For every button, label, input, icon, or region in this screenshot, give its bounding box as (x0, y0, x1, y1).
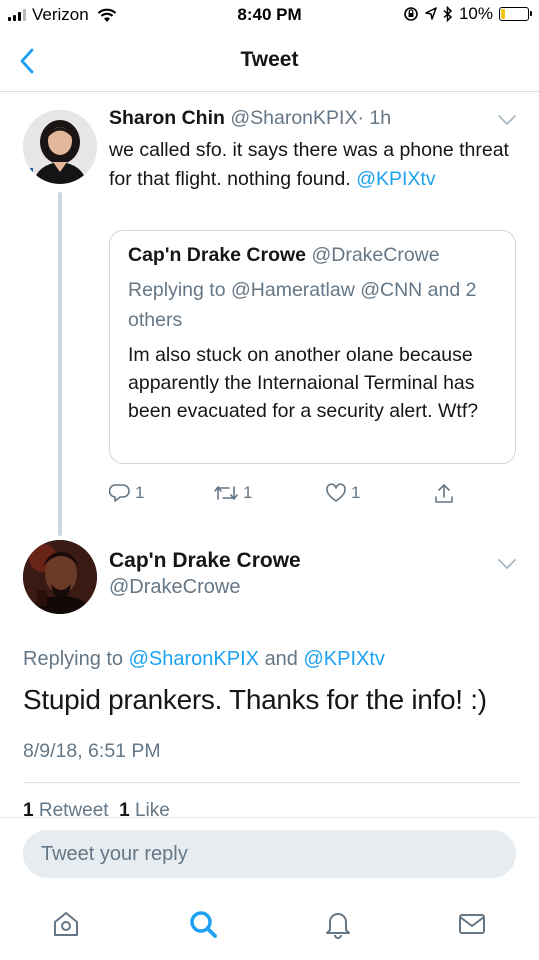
tweet-stats: 1 Retweet 1 Like (23, 800, 170, 816)
battery-percent: 10% (458, 4, 493, 23)
tweet-actions: 1 1 1 (109, 482, 519, 508)
status-bar: Verizon 8:40 PM 10% (0, 0, 539, 30)
battery-icon (499, 7, 532, 21)
author-handle[interactable]: @SharonKPIX (230, 107, 357, 129)
replying-to: Replying to @SharonKPIX and @KPIXtv (23, 648, 385, 671)
retweets-count: 1 (23, 800, 34, 816)
like-button[interactable]: 1 (325, 482, 360, 504)
mention-link[interactable]: @KPIXtv (356, 168, 435, 190)
tab-notifications[interactable] (320, 906, 356, 942)
notifications-icon (326, 913, 350, 939)
tweet-header: Sharon Chin @SharonKPIX· 1h (109, 107, 391, 130)
top-navigation-bar: Tweet (0, 30, 539, 92)
quoted-author-name: Cap'n Drake Crowe (128, 244, 307, 266)
heart-icon (326, 483, 346, 502)
tweet-text: we called sfo. it says there was a phone… (109, 136, 524, 194)
tweet-body: we called sfo. it says there was a phone… (109, 139, 509, 190)
avatar[interactable] (23, 110, 97, 184)
quoted-tweet-text: Im also stuck on another olane because a… (128, 344, 479, 422)
search-icon (190, 911, 217, 938)
tweet-time: · 1h (357, 107, 392, 129)
retweets-label: Retweet (38, 800, 109, 816)
retweet-icon (214, 486, 238, 500)
author-name[interactable]: Sharon Chin (109, 107, 225, 129)
bluetooth-icon (443, 6, 453, 22)
reply-count: 1 (135, 483, 145, 502)
likes-stat[interactable]: 1 Like (119, 800, 170, 816)
rotation-lock-icon (404, 7, 418, 21)
tab-search[interactable] (185, 906, 221, 942)
reply-icon (109, 484, 130, 502)
bottom-tab-bar (0, 890, 539, 960)
reply-button[interactable]: 1 (109, 482, 144, 504)
reply-bar (0, 817, 539, 889)
messages-icon (459, 914, 485, 934)
likes-label: Like (134, 800, 170, 816)
tab-home[interactable] (48, 906, 84, 942)
quoted-replying-to: Replying to @Hameratlaw @CNN and 2 other… (128, 279, 477, 331)
tweet-timestamp: 8/9/18, 6:51 PM (23, 740, 161, 762)
author-name[interactable]: Cap'n Drake Crowe (109, 549, 301, 573)
chevron-down-icon[interactable] (497, 558, 517, 570)
quoted-tweet-card[interactable]: Cap'n Drake Crowe @DrakeCrowe Replying t… (109, 230, 516, 464)
divider (23, 782, 521, 783)
page-title: Tweet (240, 48, 299, 71)
retweet-count: 1 (243, 483, 253, 502)
reply-input[interactable] (23, 830, 516, 878)
likes-count: 1 (119, 800, 130, 816)
home-icon (54, 912, 78, 936)
retweet-button[interactable]: 1 (213, 482, 252, 504)
tweet-text: Stupid prankers. Thanks for the info! :) (23, 684, 487, 715)
share-button[interactable] (432, 482, 456, 506)
like-count: 1 (351, 483, 361, 502)
share-icon (435, 484, 453, 503)
status-right: 10% (403, 4, 532, 24)
mention-link[interactable]: @KPIXtv (304, 648, 385, 670)
author-handle[interactable]: @DrakeCrowe (109, 576, 240, 599)
mention-link[interactable]: @SharonKPIX (129, 648, 259, 670)
quoted-author-handle: @DrakeCrowe (311, 244, 440, 266)
thread-connector-line (58, 192, 62, 536)
replying-prefix: Replying to (23, 648, 124, 670)
replying-and: and (264, 648, 298, 670)
avatar[interactable] (23, 540, 97, 614)
quoted-tweet-header: Cap'n Drake Crowe @DrakeCrowe (128, 244, 440, 267)
retweets-stat[interactable]: 1 Retweet (23, 800, 109, 816)
location-icon (425, 7, 437, 20)
chevron-down-icon[interactable] (497, 114, 517, 126)
tab-messages[interactable] (454, 906, 490, 942)
